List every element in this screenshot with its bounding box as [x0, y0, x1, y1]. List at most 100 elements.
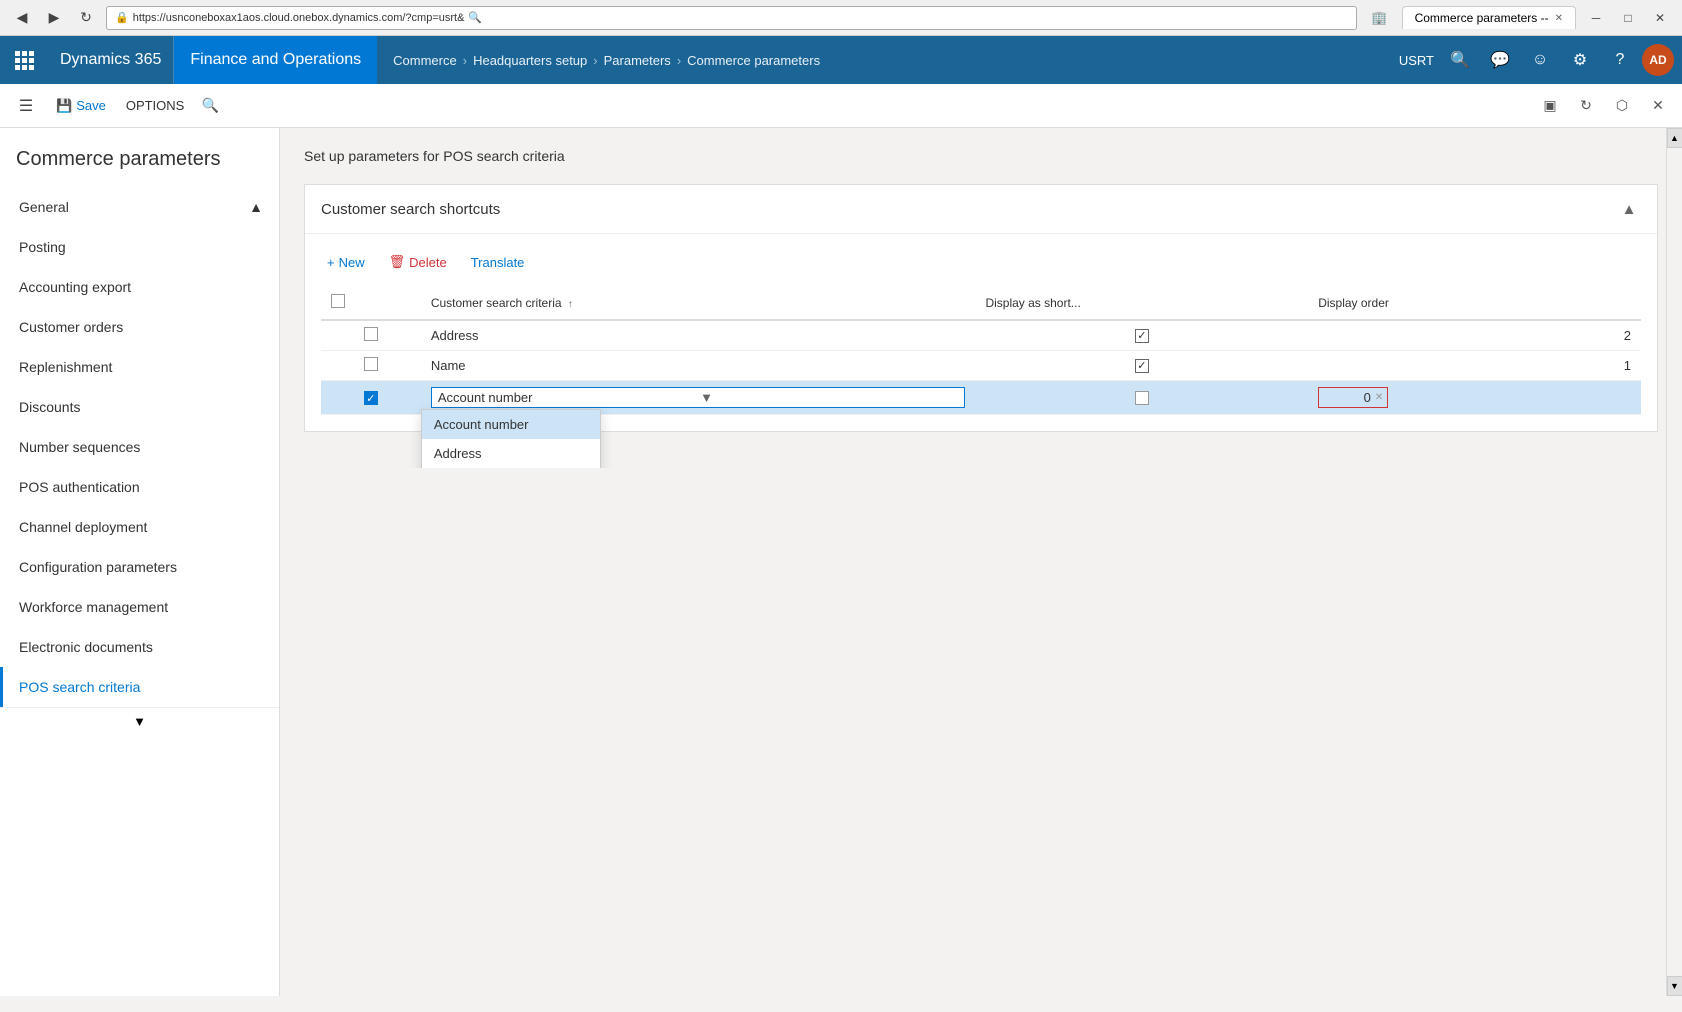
row-display-short-cell[interactable] — [975, 351, 1308, 381]
toolbar-refresh-button[interactable]: ↻ — [1570, 90, 1602, 122]
table-container: Customer search criteria ↑ Display as sh… — [321, 286, 1641, 415]
col-header-display-order: Display order — [1308, 286, 1641, 320]
display-order-input[interactable]: 0 ✕ — [1318, 387, 1388, 408]
refresh-button[interactable]: ↻ — [72, 4, 100, 32]
sidebar-item-channel-deployment[interactable]: Channel deployment — [0, 507, 279, 547]
brand-section: Dynamics 365 Finance and Operations — [48, 36, 377, 84]
tab-title: Commerce parameters -- — [1415, 11, 1549, 25]
sidebar-item-accounting-export[interactable]: Accounting export — [0, 267, 279, 307]
table-row[interactable]: Name 1 — [321, 351, 1641, 381]
row-display-order-cell-selected[interactable]: 0 ✕ — [1308, 381, 1641, 415]
nav-scroll-down-button[interactable]: ▼ — [0, 707, 279, 735]
row-checkbox-selected[interactable] — [364, 391, 378, 405]
toolbar-search-button[interactable]: 🔍 — [196, 92, 224, 120]
collapse-up-icon: ▲ — [1622, 201, 1637, 218]
save-button[interactable]: 💾 Save — [48, 94, 114, 118]
sidebar-item-replenishment[interactable]: Replenishment — [0, 347, 279, 387]
criteria-dropdown-popup: Account number Address Default Email Loy… — [421, 409, 601, 468]
section-collapse-button[interactable]: ▲ — [1617, 197, 1641, 221]
breadcrumb: Commerce › Headquarters setup › Paramete… — [377, 53, 1399, 68]
options-button[interactable]: OPTIONS — [118, 94, 193, 117]
app-grid-icon — [15, 51, 34, 70]
search-button[interactable]: 🔍 — [1442, 42, 1478, 78]
row-check-cell[interactable] — [321, 351, 421, 381]
forward-button[interactable]: ▶ — [40, 4, 68, 32]
lock-icon: 🔒 — [115, 11, 129, 24]
sidebar-item-posting[interactable]: Posting — [0, 227, 279, 267]
row-display-short-cell[interactable] — [975, 320, 1308, 351]
order-clear-button[interactable]: ✕ — [1375, 392, 1383, 403]
row-check-cell[interactable] — [321, 320, 421, 351]
sidebar-item-pos-authentication[interactable]: POS authentication — [0, 467, 279, 507]
smiley-button[interactable]: ☺ — [1522, 42, 1558, 78]
breadcrumb-parameters[interactable]: Parameters — [604, 53, 671, 68]
sidebar-item-pos-search-criteria[interactable]: POS search criteria — [0, 667, 279, 707]
tab-close-button[interactable]: ✕ — [1555, 13, 1563, 24]
customer-search-table: Customer search criteria ↑ Display as sh… — [321, 286, 1641, 415]
translate-label: Translate — [471, 255, 525, 270]
translate-button[interactable]: Translate — [465, 251, 531, 274]
display-short-checkbox-active[interactable] — [1135, 391, 1149, 405]
sidebar-item-workforce-management[interactable]: Workforce management — [0, 587, 279, 627]
settings-button[interactable]: ⚙ — [1562, 42, 1598, 78]
hamburger-menu-button[interactable]: ☰ — [8, 88, 44, 124]
display-short-checkbox[interactable] — [1135, 329, 1149, 343]
address-bar[interactable]: 🔒 https://usnconeboxax1aos.cloud.onebox.… — [106, 6, 1357, 30]
row-checkbox[interactable] — [364, 327, 378, 341]
col-header-criteria[interactable]: Customer search criteria ↑ — [421, 286, 976, 320]
row-criteria-dropdown-cell[interactable]: Account number ▼ Account number Address … — [421, 381, 976, 415]
criteria-dropdown[interactable]: Account number ▼ — [431, 387, 966, 408]
row-check-cell-selected[interactable] — [321, 381, 421, 415]
user-avatar[interactable]: AD — [1642, 44, 1674, 76]
scroll-up-button[interactable]: ▲ — [1667, 128, 1682, 148]
browser-icon: 🏢 — [1371, 10, 1387, 26]
table-row-selected[interactable]: Account number ▼ Account number Address … — [321, 381, 1641, 415]
open-in-new-button[interactable]: ⬡ — [1606, 90, 1638, 122]
dropdown-option-account-number[interactable]: Account number — [422, 410, 600, 439]
toolbar-close-button[interactable]: ✕ — [1642, 90, 1674, 122]
panel-toggle-button[interactable]: ▣ — [1534, 90, 1566, 122]
row-criteria-cell[interactable]: Address — [421, 320, 976, 351]
right-scrollbar: ▲ ▼ — [1666, 128, 1682, 996]
sidebar-item-general[interactable]: General ▲ — [0, 187, 279, 227]
window-minimize-button[interactable]: ─ — [1582, 8, 1610, 28]
page-title: Commerce parameters — [16, 148, 263, 171]
window-controls: ─ □ ✕ — [1582, 8, 1674, 28]
window-maximize-button[interactable]: □ — [1614, 8, 1642, 28]
col-header-check — [321, 286, 421, 320]
help-button[interactable]: ? — [1602, 42, 1638, 78]
breadcrumb-commerce-params[interactable]: Commerce parameters — [687, 53, 820, 68]
brand-dynamics365[interactable]: Dynamics 365 — [48, 36, 174, 84]
sidebar-item-discounts[interactable]: Discounts — [0, 387, 279, 427]
display-short-checkbox[interactable] — [1135, 359, 1149, 373]
scroll-down-button[interactable]: ▼ — [1667, 976, 1682, 996]
breadcrumb-hq-setup[interactable]: Headquarters setup — [473, 53, 587, 68]
row-display-short-cell-selected[interactable] — [975, 381, 1308, 415]
sidebar-item-electronic-documents[interactable]: Electronic documents — [0, 627, 279, 667]
nav-actions: USRT 🔍 💬 ☺ ⚙ ? AD — [1399, 42, 1682, 78]
delete-button[interactable]: 🗑 Delete — [383, 250, 453, 274]
select-all-checkbox[interactable] — [331, 294, 345, 308]
breadcrumb-commerce[interactable]: Commerce — [393, 53, 457, 68]
section-content: + New 🗑 Delete Translate — [305, 234, 1657, 431]
dropdown-selected-value: Account number — [438, 390, 696, 405]
row-checkbox[interactable] — [364, 357, 378, 371]
back-button[interactable]: ◀ — [8, 4, 36, 32]
table-row[interactable]: Address 2 — [321, 320, 1641, 351]
chat-button[interactable]: 💬 — [1482, 42, 1518, 78]
new-button[interactable]: + New — [321, 251, 371, 274]
browser-extra-icons: 🏢 — [1371, 10, 1387, 26]
sidebar-item-configuration-parameters[interactable]: Configuration parameters — [0, 547, 279, 587]
row-criteria-cell[interactable]: Name — [421, 351, 976, 381]
sidebar-item-number-sequences[interactable]: Number sequences — [0, 427, 279, 467]
col-header-display-short: Display as short... — [975, 286, 1308, 320]
table-actions: + New 🗑 Delete Translate — [321, 250, 1641, 274]
sidebar-item-customer-orders[interactable]: Customer orders — [0, 307, 279, 347]
active-tab[interactable]: Commerce parameters -- ✕ — [1402, 6, 1576, 29]
window-close-button[interactable]: ✕ — [1646, 8, 1674, 28]
dropdown-option-address[interactable]: Address — [422, 439, 600, 468]
app-menu-button[interactable] — [0, 36, 48, 84]
toolbar-right-actions: ▣ ↻ ⬡ ✕ — [1534, 90, 1674, 122]
brand-finance-operations[interactable]: Finance and Operations — [174, 36, 377, 84]
browser-chrome: ◀ ▶ ↻ 🔒 https://usnconeboxax1aos.cloud.o… — [0, 0, 1682, 36]
